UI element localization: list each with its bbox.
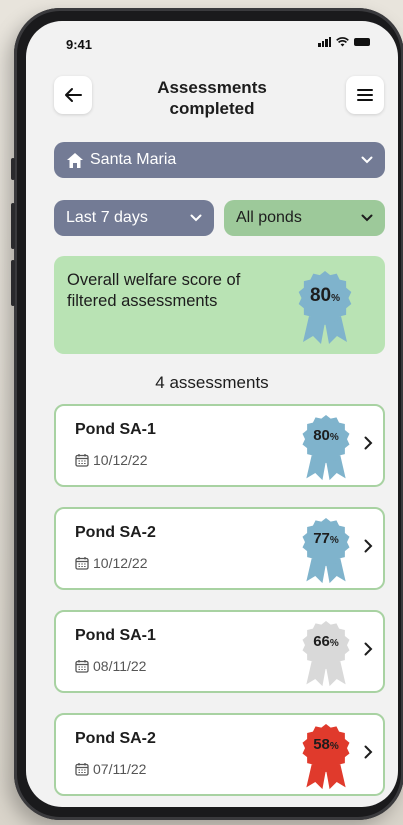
location-label: Santa Maria [90,151,177,168]
pond-name: Pond SA-1 [75,421,156,438]
assessment-date: 07/11/22 [75,761,146,777]
home-icon [67,152,83,168]
chevron-right-icon [364,436,373,450]
pond-name: Pond SA-2 [75,524,156,541]
assessment-date: 08/11/22 [75,658,146,674]
app-screen: 9:41 Assessments completed Santa Maria L… [26,21,398,807]
chevron-right-icon [364,642,373,656]
header: Assessments completed [26,69,398,129]
calendar-icon [75,557,89,570]
assessment-card[interactable]: Pond SA-2 10/12/22 77% [54,507,385,590]
rosette-badge-icon: 66% [301,618,351,690]
assessment-card[interactable]: Pond SA-1 08/11/22 66% [54,610,385,693]
score-value: 66% [313,633,339,650]
status-time: 9:41 [66,37,93,52]
assessment-card[interactable]: Pond SA-1 10/12/22 80% [54,404,385,487]
chevron-down-icon [361,214,373,222]
chevron-down-icon [361,156,373,164]
assessment-date: 10/12/22 [75,555,148,571]
rosette-badge-icon: 80% [301,412,351,484]
chevron-right-icon [364,745,373,759]
assessment-card[interactable]: Pond SA-2 07/11/22 58% [54,713,385,796]
volume-up-button [11,203,15,249]
pond-label: All ponds [236,209,302,226]
hamburger-menu-icon [357,89,373,101]
battery-icon [354,38,370,46]
assessment-count: 4 assessments [155,373,269,392]
rosette-badge-icon: 58% [301,721,351,793]
chevron-down-icon [190,214,202,222]
date-text: 08/11/22 [93,658,147,674]
date-text: 10/12/22 [93,452,148,468]
calendar-icon [75,454,89,467]
summary-text: Overall welfare score of filtered assess… [67,271,241,310]
page-title: Assessments completed [157,78,267,118]
wifi-icon [336,37,349,47]
arrow-left-icon [65,88,82,102]
status-bar: 9:41 [26,21,398,61]
pond-name: Pond SA-2 [75,730,156,747]
menu-button[interactable] [346,76,384,114]
rosette-badge-icon: 80% [297,268,353,348]
period-label: Last 7 days [66,209,148,226]
score-value: 80% [313,427,339,444]
rosette-badge-icon: 77% [301,515,351,587]
score-value: 77% [313,530,339,547]
calendar-icon [75,660,89,673]
assessment-date: 10/12/22 [75,452,148,468]
volume-down-button [11,260,15,306]
status-icons [318,37,370,47]
score-value: 58% [313,736,339,753]
calendar-icon [75,763,89,776]
back-button[interactable] [54,76,92,114]
date-text: 07/11/22 [93,761,147,777]
welfare-summary-card: Overall welfare score of filtered assess… [54,256,385,354]
summary-score: 80% [309,285,341,306]
pond-dropdown[interactable]: All ponds [224,200,385,236]
location-dropdown[interactable]: Santa Maria [54,142,385,178]
cellular-signal-icon [318,37,331,47]
period-dropdown[interactable]: Last 7 days [54,200,214,236]
mute-switch [11,158,15,180]
pond-name: Pond SA-1 [75,627,156,644]
chevron-right-icon [364,539,373,553]
date-text: 10/12/22 [93,555,148,571]
